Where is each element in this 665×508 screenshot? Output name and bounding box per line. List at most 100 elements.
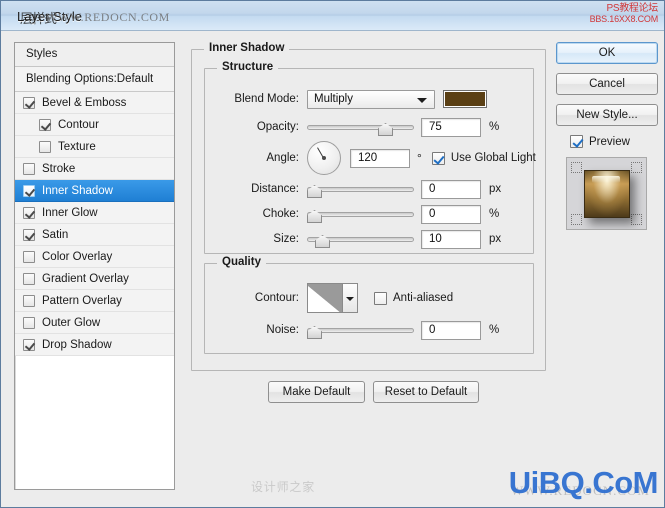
noise-label: Noise: [266, 324, 299, 336]
opacity-row: Opacity: 75 % [215, 117, 499, 137]
style-row-inner-glow[interactable]: Inner Glow [15, 202, 174, 224]
new-style-button[interactable]: New Style... [556, 104, 658, 126]
anti-aliased-checkbox[interactable] [374, 291, 387, 305]
style-row-pattern-overlay[interactable]: Pattern Overlay [15, 290, 174, 312]
ok-button[interactable]: OK [556, 42, 658, 64]
contour-picker[interactable] [307, 283, 358, 313]
style-row-label: Inner Glow [42, 206, 98, 219]
style-enable-checkbox[interactable] [23, 294, 35, 307]
angle-input[interactable]: 120 [350, 148, 410, 168]
choke-row: Choke: 0 % [215, 204, 499, 224]
contour-label: Contour: [254, 292, 299, 304]
style-preview-swatch [584, 170, 630, 218]
preview-toggle-row[interactable]: Preview [570, 135, 659, 148]
make-default-button[interactable]: Make Default [268, 381, 365, 403]
shadow-color-swatch[interactable] [443, 90, 487, 108]
contour-curve-graphic [308, 284, 342, 312]
style-enable-checkbox[interactable] [23, 316, 35, 329]
preview-thumbnail-panel [566, 157, 647, 230]
structure-legend: Structure [217, 61, 279, 73]
opacity-slider[interactable] [307, 119, 414, 136]
style-row-contour[interactable]: Contour [15, 114, 174, 136]
distance-row: Distance: 0 px [215, 179, 501, 199]
noise-slider[interactable] [307, 322, 414, 339]
noise-unit: % [489, 324, 500, 336]
distance-slider[interactable] [307, 181, 414, 198]
contour-thumbnail[interactable] [307, 283, 343, 313]
preview-label: Preview [589, 135, 630, 148]
distance-label: Distance: [251, 183, 299, 195]
use-global-light-checkbox[interactable] [431, 151, 445, 165]
cancel-button[interactable]: Cancel [556, 73, 658, 95]
blend-mode-select[interactable]: Multiply [307, 89, 435, 109]
style-row-label: Color Overlay [42, 250, 113, 263]
opacity-input[interactable]: 75 [421, 117, 481, 137]
size-slider[interactable] [307, 231, 414, 248]
use-global-light-label: Use Global Light [450, 152, 536, 164]
style-enable-checkbox[interactable] [23, 272, 35, 285]
style-row-outer-glow[interactable]: Outer Glow [15, 312, 174, 334]
choke-slider[interactable] [307, 206, 414, 223]
opacity-label: Opacity: [256, 121, 299, 133]
angle-label: Angle: [266, 152, 299, 164]
choke-input[interactable]: 0 [421, 204, 481, 224]
watermark-uibq: UiBQ.CoM [508, 465, 659, 500]
style-row-texture[interactable]: Texture [15, 136, 174, 158]
style-row-label: Pattern Overlay [42, 294, 122, 307]
watermark-redocn: WWW.REDOCN.COM [46, 10, 170, 24]
anti-aliased-label: Anti-aliased [393, 292, 454, 304]
style-enable-checkbox[interactable] [23, 338, 35, 351]
style-row-color-overlay[interactable]: Color Overlay [15, 246, 174, 268]
contour-dropdown-arrow-icon[interactable] [343, 283, 358, 313]
style-enable-checkbox[interactable] [23, 228, 35, 241]
noise-slider-track [307, 328, 414, 333]
style-rows-container: Bevel & Emboss Contour Texture Stroke Inner … [15, 92, 174, 356]
style-row-label: Stroke [42, 162, 76, 175]
style-row-label: Bevel & Emboss [42, 96, 127, 109]
size-row: Size: 10 px [215, 229, 501, 249]
anti-aliased-row[interactable]: Anti-aliased [374, 291, 454, 305]
style-enable-checkbox[interactable] [23, 206, 35, 219]
size-label: Size: [273, 233, 299, 245]
style-row-drop-shadow[interactable]: Drop Shadow [15, 334, 174, 356]
contour-row: Contour: Anti-aliased [215, 282, 453, 314]
style-enable-checkbox[interactable] [39, 118, 51, 131]
style-row-label: Texture [58, 140, 96, 153]
blend-mode-value: Multiply [314, 92, 353, 105]
blending-options-row[interactable]: Blending Options:Default [15, 67, 174, 92]
angle-row: Angle: 120 ° Use Global Light [215, 141, 536, 175]
quality-group: Quality Contour: Anti-aliased Noise: 0 % [204, 256, 534, 354]
style-row-satin[interactable]: Satin [15, 224, 174, 246]
layer-style-dialog: 层样式 Layer Style WWW.REDOCN.COM PS教程论坛 BB… [0, 0, 665, 508]
marquee-corner-icon [571, 162, 582, 173]
marquee-corner-icon [631, 162, 642, 173]
distance-input[interactable]: 0 [421, 179, 481, 199]
style-row-label: Drop Shadow [42, 338, 112, 351]
style-row-stroke[interactable]: Stroke [15, 158, 174, 180]
style-enable-checkbox[interactable] [39, 140, 51, 153]
watermark-forum: PS教程论坛 BBS.16XX8.COM [589, 3, 659, 25]
choke-label: Choke: [262, 208, 299, 220]
size-input[interactable]: 10 [421, 229, 481, 249]
style-enable-checkbox[interactable] [23, 184, 35, 197]
angle-unit: ° [417, 151, 422, 165]
angle-dial-hub [321, 155, 326, 160]
angle-dial[interactable] [307, 141, 341, 175]
noise-input[interactable]: 0 [421, 320, 481, 340]
noise-row: Noise: 0 % [215, 320, 499, 340]
style-enable-checkbox[interactable] [23, 96, 35, 109]
style-row-bevel-emboss[interactable]: Bevel & Emboss [15, 92, 174, 114]
style-enable-checkbox[interactable] [23, 250, 35, 263]
reset-to-default-button[interactable]: Reset to Default [373, 381, 479, 403]
use-global-light-row[interactable]: Use Global Light [431, 151, 536, 165]
watermark-mid-gray: 设计师之家 [251, 480, 316, 494]
preview-checkbox[interactable] [570, 135, 583, 148]
title-bar: 层样式 Layer Style WWW.REDOCN.COM PS教程论坛 BB… [1, 1, 664, 31]
style-row-gradient-overlay[interactable]: Gradient Overlay [15, 268, 174, 290]
style-row-inner-shadow[interactable]: Inner Shadow [15, 180, 174, 202]
style-enable-checkbox[interactable] [23, 162, 35, 175]
inner-shadow-legend: Inner Shadow [204, 42, 290, 54]
style-row-label: Satin [42, 228, 69, 241]
style-row-label: Inner Shadow [42, 184, 113, 197]
watermark-forum-line2: BBS.16XX8.COM [589, 14, 659, 24]
